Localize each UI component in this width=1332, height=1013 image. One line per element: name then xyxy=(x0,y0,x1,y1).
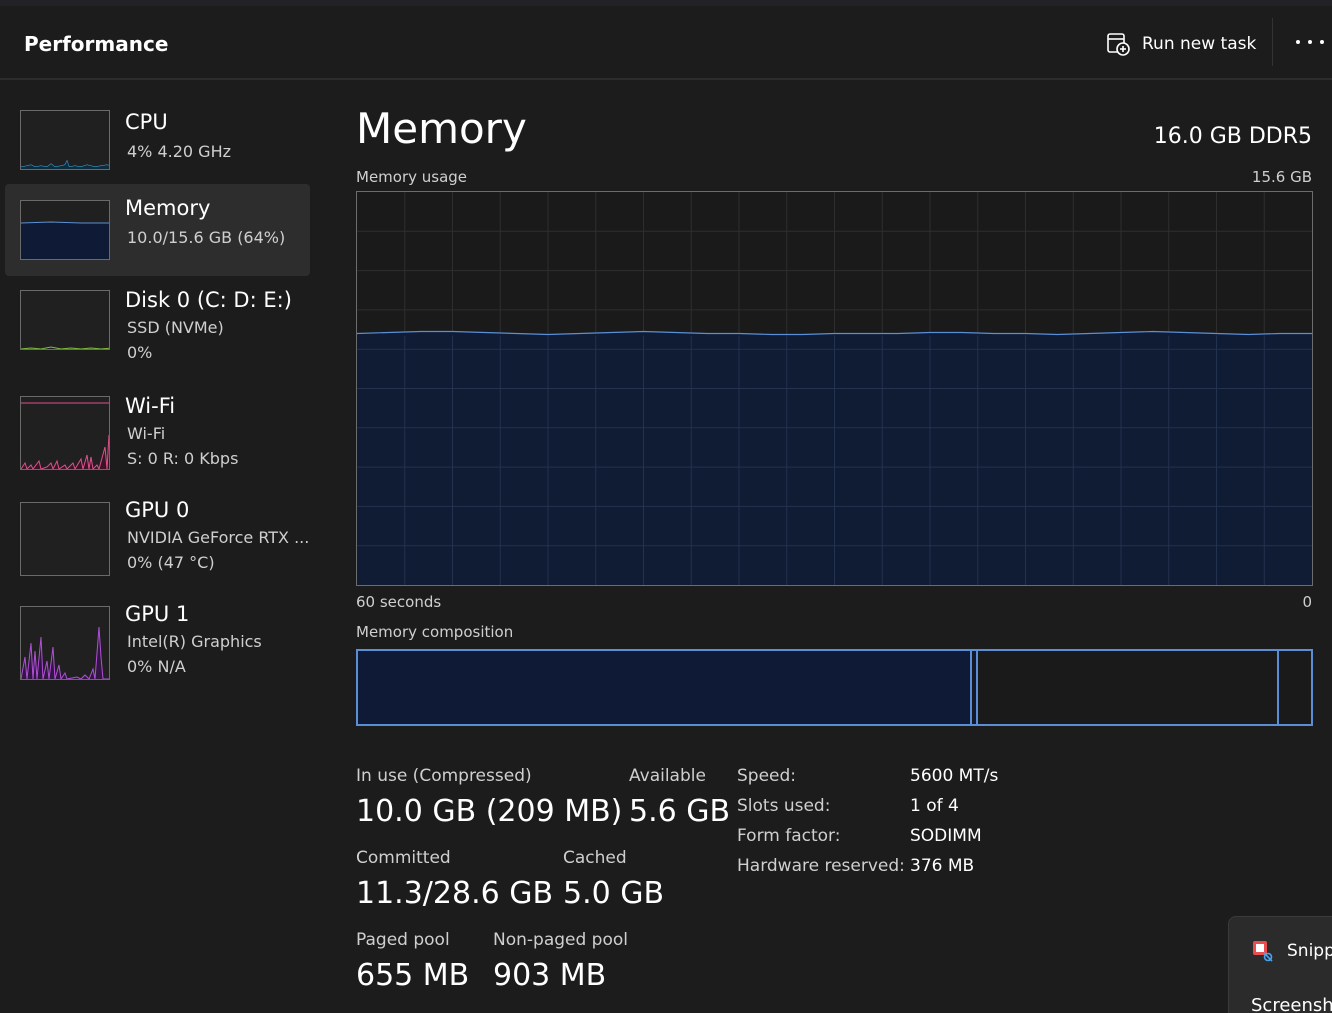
memory-usage-max: 15.6 GB xyxy=(1251,168,1312,186)
run-task-icon xyxy=(1107,33,1130,56)
sidebar-item-cpu[interactable]: CPU 4% 4.20 GHz xyxy=(5,88,310,180)
sidebar-item-name: GPU 0 xyxy=(125,498,190,522)
sidebar: CPU 4% 4.20 GHz Memory 10.0/15.6 GB (64%… xyxy=(0,82,320,1013)
sidebar-item-gpu-0[interactable]: GPU 0 NVIDIA GeForce RTX ... 0% (47 °C) xyxy=(5,490,310,582)
sidebar-item-detail-2: 0% (47 °C) xyxy=(127,553,215,572)
sidebar-item-detail: SSD (NVMe) xyxy=(127,318,224,337)
sidebar-item-gpu-1[interactable]: GPU 1 Intel(R) Graphics 0% N/A xyxy=(5,594,310,686)
sidebar-item-detail-2: 0% N/A xyxy=(127,657,186,676)
notification-title: Snipp xyxy=(1287,941,1332,961)
snipping-tool-icon xyxy=(1253,941,1273,962)
sidebar-item-name: GPU 1 xyxy=(125,602,190,626)
sidebar-item-name: Memory xyxy=(125,196,211,220)
sidebar-item-detail-2: S: 0 R: 0 Kbps xyxy=(127,449,239,468)
sidebar-item-name: Disk 0 (C: D: E:) xyxy=(125,288,292,312)
memory-total-type: 16.0 GB DDR5 xyxy=(1153,124,1312,149)
sidebar-item-name: CPU xyxy=(125,110,168,134)
run-new-task-button[interactable]: Run new task xyxy=(1106,30,1256,58)
wifi-thumbnail-graph xyxy=(20,396,110,470)
sidebar-item-detail: Wi-Fi xyxy=(127,424,166,443)
available-value: 5.6 GB xyxy=(629,794,731,829)
sidebar-item-detail: 10.0/15.6 GB (64%) xyxy=(127,228,286,247)
form-factor-label: Form factor: xyxy=(737,826,841,846)
sidebar-item-detail-2: 0% xyxy=(127,343,153,362)
notification-body: Screensh xyxy=(1251,995,1332,1013)
in-use-value: 10.0 GB (209 MB) xyxy=(356,794,623,829)
memory-usage-label: Memory usage xyxy=(356,168,468,186)
cpu-thumbnail-graph xyxy=(20,110,110,170)
committed-label: Committed xyxy=(356,848,451,868)
header-bar: Performance Run new task xyxy=(0,6,1332,80)
speed-label: Speed: xyxy=(737,766,797,786)
snipping-tool-notification[interactable]: Snipp Screensh xyxy=(1228,916,1332,1013)
paged-pool-label: Paged pool xyxy=(356,930,450,950)
more-options-icon[interactable] xyxy=(1296,34,1324,50)
slots-used-value: 1 of 4 xyxy=(910,796,959,816)
hardware-reserved-value: 376 MB xyxy=(910,856,975,876)
sidebar-item-detail: 4% 4.20 GHz xyxy=(127,142,232,161)
cached-label: Cached xyxy=(563,848,627,868)
composition-in-use[interactable] xyxy=(358,651,972,724)
cached-value: 5.0 GB xyxy=(563,876,665,911)
hardware-reserved-label: Hardware reserved: xyxy=(737,856,905,876)
speed-value: 5600 MT/s xyxy=(910,766,999,786)
gpu0-thumbnail-graph xyxy=(20,502,110,576)
sidebar-item-name: Wi-Fi xyxy=(125,394,176,418)
composition-free[interactable] xyxy=(1281,651,1311,724)
memory-usage-chart xyxy=(357,192,1312,585)
memory-heading: Memory xyxy=(356,104,527,153)
available-label: Available xyxy=(629,766,706,786)
non-paged-pool-value: 903 MB xyxy=(493,958,607,993)
page-title: Performance xyxy=(24,32,169,56)
sidebar-item-detail: Intel(R) Graphics xyxy=(127,632,262,651)
disk-thumbnail-graph xyxy=(20,290,110,350)
time-zero-label: 0 xyxy=(1302,593,1312,611)
composition-standby[interactable] xyxy=(976,651,1279,724)
sidebar-item-disk-0[interactable]: Disk 0 (C: D: E:) SSD (NVMe) 0% xyxy=(5,278,310,370)
memory-composition-label: Memory composition xyxy=(356,623,514,641)
run-new-task-label: Run new task xyxy=(1142,34,1257,54)
sidebar-item-wifi[interactable]: Wi-Fi Wi-Fi S: 0 R: 0 Kbps xyxy=(5,384,310,476)
memory-thumbnail-graph xyxy=(20,200,110,260)
time-span-label: 60 seconds xyxy=(356,593,442,611)
memory-usage-graph xyxy=(356,191,1313,586)
paged-pool-value: 655 MB xyxy=(356,958,470,993)
header-separator xyxy=(1272,18,1273,66)
memory-composition-bar[interactable] xyxy=(356,649,1313,726)
non-paged-pool-label: Non-paged pool xyxy=(493,930,628,950)
gpu1-thumbnail-graph xyxy=(20,606,110,680)
committed-value: 11.3/28.6 GB xyxy=(356,876,554,911)
sidebar-item-detail: NVIDIA GeForce RTX ... xyxy=(127,528,310,547)
in-use-label: In use (Compressed) xyxy=(356,766,532,786)
sidebar-item-memory[interactable]: Memory 10.0/15.6 GB (64%) xyxy=(5,184,310,276)
form-factor-value: SODIMM xyxy=(910,826,982,846)
slots-used-label: Slots used: xyxy=(737,796,831,816)
